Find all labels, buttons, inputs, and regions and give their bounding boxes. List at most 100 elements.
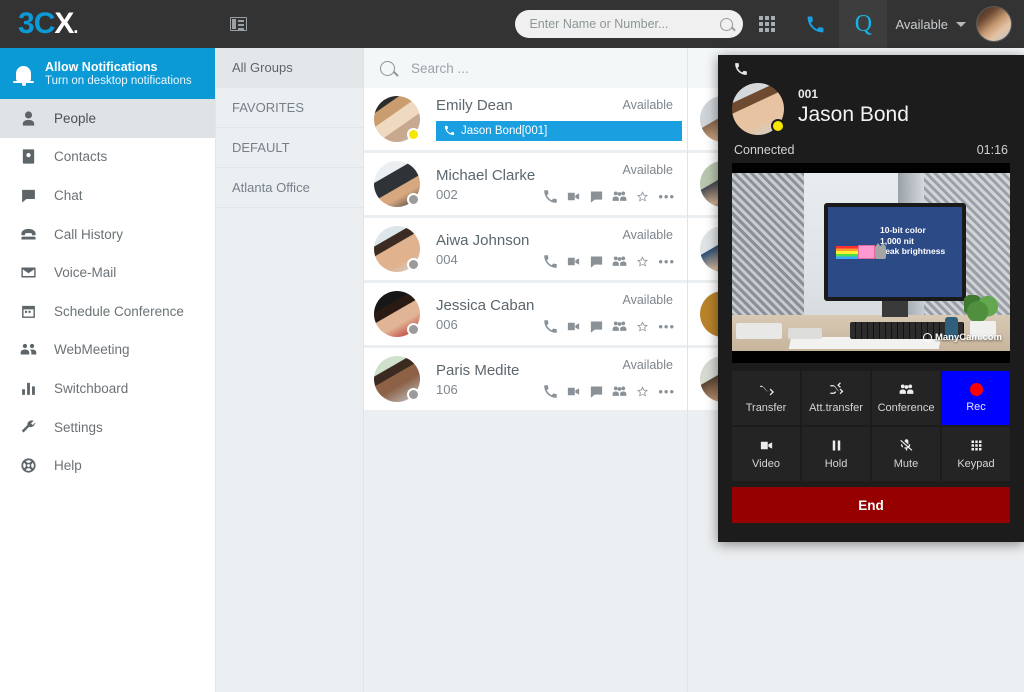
table-row[interactable]: Michael Clarke 002 Available ••• [364, 153, 687, 215]
sidebar-item-people[interactable]: People [0, 99, 215, 138]
sidebar-item-label: WebMeeting [54, 342, 130, 357]
queue-tab-button[interactable]: Q [839, 0, 887, 48]
phone-icon [806, 15, 825, 34]
more-options-icon[interactable]: ••• [658, 258, 675, 266]
video-watermark: ManyCam.com [923, 332, 1002, 343]
sidebar-item-chat[interactable]: Chat [0, 176, 215, 215]
table-row[interactable]: Emily Dean Jason Bond[001] Available [364, 88, 687, 150]
caller-name: Jason Bond [798, 103, 909, 127]
hold-button[interactable]: Hold [802, 427, 870, 481]
conference-icon[interactable] [612, 189, 627, 204]
group-item-favorites[interactable]: FAVORITES [216, 88, 363, 128]
more-options-icon[interactable]: ••• [658, 193, 675, 201]
chevron-down-icon [956, 22, 966, 27]
table-row[interactable]: Paris Medite 106 Available ••• [364, 348, 687, 410]
presence-label: Available [622, 163, 673, 177]
sidebar-item-call-history[interactable]: Call History [0, 215, 215, 254]
table-row[interactable]: Aiwa Johnson 004 Available ••• [364, 218, 687, 280]
more-options-icon[interactable]: ••• [658, 388, 675, 396]
phone-icon[interactable] [543, 384, 558, 399]
chat-bubble-icon[interactable] [589, 319, 604, 334]
star-icon[interactable] [635, 254, 650, 269]
sidebar-item-webmeeting[interactable]: WebMeeting [0, 331, 215, 370]
attended-transfer-button[interactable]: Att.transfer [802, 371, 870, 425]
people-group-icon [18, 341, 38, 358]
control-label: Video [752, 458, 780, 470]
video-button[interactable]: Video [732, 427, 800, 481]
control-label: Hold [825, 458, 848, 470]
sidebar-item-help[interactable]: Help [0, 446, 215, 485]
chat-bubble-icon[interactable] [589, 384, 604, 399]
video-preview[interactable]: 10-bit color 1,000 nit peak brightness M… [732, 163, 1010, 363]
active-call-badge[interactable]: Jason Bond[001] [436, 121, 682, 141]
presence-status-selector[interactable]: Available [887, 17, 976, 32]
presence-status-label: Available [895, 17, 948, 32]
transfer-button[interactable]: Transfer [732, 371, 800, 425]
video-camera-icon[interactable] [566, 319, 581, 334]
keypad-button[interactable] [743, 0, 791, 48]
contacts-search-input[interactable] [411, 61, 611, 76]
sidebar-toggle-button[interactable] [216, 0, 260, 48]
sidebar-item-label: Switchboard [54, 381, 128, 396]
star-icon[interactable] [635, 189, 650, 204]
sidebar-item-settings[interactable]: Settings [0, 408, 215, 447]
end-call-button[interactable]: End [732, 487, 1010, 523]
video-camera-icon[interactable] [566, 254, 581, 269]
sidebar-item-label: People [54, 111, 96, 126]
video-camera-icon[interactable] [566, 384, 581, 399]
call-status: Connected [734, 143, 794, 157]
sidebar-item-switchboard[interactable]: Switchboard [0, 369, 215, 408]
active-call-label: Jason Bond[001] [461, 125, 547, 137]
control-label: Mute [894, 458, 918, 470]
group-item-atlanta-office[interactable]: Atlanta Office [216, 168, 363, 208]
star-icon[interactable] [635, 384, 650, 399]
conference-icon[interactable] [612, 384, 627, 399]
conference-icon[interactable] [612, 254, 627, 269]
group-label: FAVORITES [232, 100, 304, 115]
logo-text-dot: . [73, 17, 77, 37]
table-row[interactable]: Jessica Caban 006 Available ••• [364, 283, 687, 345]
global-search-input[interactable] [529, 17, 720, 31]
presence-label: Available [622, 98, 673, 112]
notification-title: Allow Notifications [45, 60, 192, 74]
global-search[interactable] [515, 10, 743, 38]
sidebar-item-label: Settings [54, 420, 103, 435]
conference-icon[interactable] [612, 319, 627, 334]
video-camera-icon[interactable] [566, 189, 581, 204]
calls-tab-button[interactable] [791, 0, 839, 48]
group-item-all-groups[interactable]: All Groups [216, 48, 363, 88]
monitor-screen: 10-bit color 1,000 nit peak brightness [824, 203, 966, 301]
status-badge [407, 193, 420, 206]
monitor-text-line2: 1,000 nit [880, 236, 954, 247]
phone-icon[interactable] [543, 254, 558, 269]
star-icon[interactable] [635, 319, 650, 334]
contacts-search[interactable] [364, 48, 687, 88]
phone-icon[interactable] [543, 319, 558, 334]
avatar[interactable] [976, 6, 1012, 42]
contact-actions: ••• [543, 384, 675, 399]
mute-microphone-icon [898, 438, 915, 453]
allow-notifications-banner[interactable]: Allow Notifications Turn on desktop noti… [0, 48, 215, 99]
active-call-panel: 001 Jason Bond Connected 01:16 [718, 55, 1024, 542]
phone-icon [734, 62, 748, 76]
keypad-button[interactable]: Keypad [942, 427, 1010, 481]
conference-button[interactable]: Conference [872, 371, 940, 425]
chat-bubble-icon[interactable] [589, 254, 604, 269]
sidebar-item-voicemail[interactable]: Voice-Mail [0, 253, 215, 292]
group-item-default[interactable]: DEFAULT [216, 128, 363, 168]
more-options-icon[interactable]: ••• [658, 323, 675, 331]
sidebar-item-label: Voice-Mail [54, 265, 116, 280]
grid-keypad-icon [968, 438, 985, 453]
sidebar-item-contacts[interactable]: Contacts [0, 138, 215, 177]
mute-button[interactable]: Mute [872, 427, 940, 481]
status-badge [407, 128, 420, 141]
phone-icon[interactable] [543, 189, 558, 204]
transfer-arrow-icon [758, 382, 775, 397]
sidebar-item-schedule-conference[interactable]: Schedule Conference [0, 292, 215, 331]
record-button[interactable]: Rec [942, 371, 1010, 425]
chat-bubble-icon[interactable] [589, 189, 604, 204]
grid-keypad-icon [759, 16, 775, 32]
sidebar-item-label: Contacts [54, 149, 107, 164]
call-panel-tab[interactable] [718, 55, 1024, 83]
sidebar: Allow Notifications Turn on desktop noti… [0, 48, 216, 692]
